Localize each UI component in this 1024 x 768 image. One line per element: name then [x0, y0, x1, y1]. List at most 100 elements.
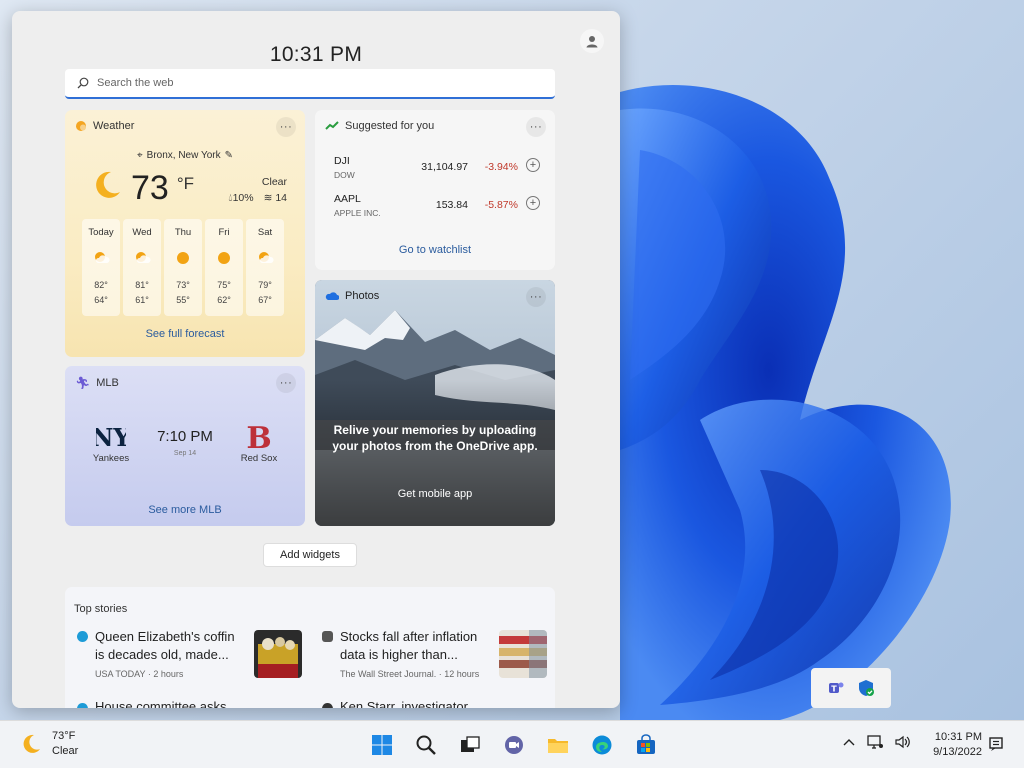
- chevron-up-icon[interactable]: [842, 735, 856, 749]
- edge-button[interactable]: [586, 729, 618, 761]
- stock-price: 31,104.97: [421, 161, 468, 173]
- network-icon[interactable]: [866, 734, 884, 750]
- taskbar-clock[interactable]: 10:31 PM 9/13/2022: [920, 730, 982, 760]
- day-low: 67°: [258, 295, 272, 305]
- chat-button[interactable]: [498, 729, 530, 761]
- onedrive-cloud-icon: [325, 292, 339, 300]
- photos-more-button[interactable]: ···: [526, 287, 546, 307]
- partly-cloudy-icon: [95, 252, 110, 263]
- stock-change: -5.87%: [484, 199, 518, 211]
- volume-icon[interactable]: [894, 734, 912, 750]
- start-button[interactable]: [366, 729, 398, 761]
- task-view-icon: [461, 736, 480, 752]
- store-icon: [637, 734, 655, 754]
- story-meta: The Wall Street Journal. · 12 hours: [340, 669, 480, 679]
- taskbar-weather-button[interactable]: 73°F Clear: [20, 729, 78, 759]
- forecast-day[interactable]: Thu 73° 55°: [164, 219, 202, 316]
- sun-icon: [218, 252, 230, 264]
- forecast-day[interactable]: Wed 81° 61°: [123, 219, 161, 316]
- away-team[interactable]: B Red Sox: [229, 419, 289, 464]
- weather-header: Weather: [75, 120, 134, 132]
- teams-icon[interactable]: T: [827, 679, 845, 697]
- taskbar: 73°F Clear 10:31 PM 9/13/2022: [0, 720, 1024, 768]
- add-to-watchlist-icon[interactable]: +: [526, 196, 540, 210]
- day-high: 81°: [135, 280, 149, 290]
- weather-widget[interactable]: Weather ··· ⌖ Bronx, New York ✎ 73 °F Cl…: [65, 110, 305, 357]
- wind-icon: ≋: [263, 192, 273, 204]
- weather-conditions: Clear 💧︎10% ≋ 14: [228, 174, 287, 206]
- stock-name: APPLE INC.: [334, 208, 381, 218]
- day-low: 62°: [217, 295, 231, 305]
- precip-value: 10%: [232, 192, 254, 204]
- see-more-mlb-link[interactable]: See more MLB: [65, 504, 305, 516]
- news-story[interactable]: Queen Elizabeth's coffin is decades old,…: [74, 628, 302, 688]
- web-search-box[interactable]: Search the web: [65, 69, 555, 99]
- weather-title: Weather: [93, 120, 135, 132]
- story-title: Queen Elizabeth's coffin is decades old,…: [95, 629, 235, 662]
- forecast-day[interactable]: Sat 79° 67°: [246, 219, 284, 316]
- edit-pencil-icon[interactable]: ✎: [225, 150, 233, 161]
- store-button[interactable]: [630, 729, 662, 761]
- news-story[interactable]: Stocks fall after inflation data is high…: [319, 628, 547, 688]
- search-button[interactable]: [410, 729, 442, 761]
- taskbar-weather-temp: 73°F: [52, 730, 76, 742]
- story-age: 2 hours: [153, 669, 184, 679]
- file-explorer-button[interactable]: [542, 729, 574, 761]
- mlb-more-button[interactable]: ···: [276, 373, 296, 393]
- story-title: House committee asks: [95, 699, 227, 708]
- day-low: 55°: [176, 295, 190, 305]
- board-clock: 10:31 PM: [269, 43, 363, 66]
- wsj-logo-icon: [322, 631, 333, 642]
- forecast-day[interactable]: Today 82° 64°: [82, 219, 120, 316]
- stocks-widget[interactable]: Suggested for you ··· DJI DOW 31,104.97 …: [315, 110, 555, 270]
- day-name: Fri: [218, 227, 230, 238]
- red-sox-logo-icon: B: [246, 421, 271, 453]
- person-icon: [586, 36, 598, 48]
- story-age: 12 hours: [444, 669, 480, 679]
- photos-title: Photos: [345, 290, 380, 302]
- photos-message: Relive your memories by uploading your p…: [332, 423, 538, 453]
- story-thumbnail: [254, 630, 302, 678]
- mlb-widget[interactable]: 🏃︎ MLB ··· NY Yankees 7:10 PM Sep 14 B R…: [65, 366, 305, 526]
- system-tray: [842, 734, 912, 750]
- go-to-watchlist-link[interactable]: Go to watchlist: [315, 244, 555, 256]
- temperature-unit: °F: [176, 174, 195, 193]
- news-story-partial[interactable]: House committee asks: [74, 699, 302, 708]
- search-icon: [416, 735, 436, 755]
- stocks-header: Suggested for you: [325, 120, 434, 132]
- forecast-days: Today 82° 64° Wed 81° 61° Thu 73° 55° Fr…: [82, 219, 284, 316]
- temperature-value: 73: [131, 169, 169, 207]
- news-story-partial[interactable]: Ken Starr, investigator: [319, 699, 547, 708]
- tray-overflow-popup: T: [811, 668, 891, 708]
- forecast-day[interactable]: Fri 75° 62°: [205, 219, 243, 316]
- weather-app-icon: [76, 121, 86, 131]
- taskbar-time: 10:31 PM: [934, 731, 982, 743]
- mlb-header: 🏃︎ MLB: [75, 376, 119, 390]
- notification-center-icon[interactable]: [988, 736, 1004, 752]
- photos-widget[interactable]: Photos ··· Relive your memories by uploa…: [315, 280, 555, 526]
- stock-symbol: DJI: [334, 155, 350, 167]
- weather-location[interactable]: ⌖ Bronx, New York ✎: [65, 150, 305, 161]
- weather-more-button[interactable]: ···: [276, 117, 296, 137]
- day-high: 75°: [217, 280, 231, 290]
- add-to-watchlist-icon[interactable]: +: [526, 158, 540, 172]
- stock-row[interactable]: DJI DOW 31,104.97 -3.94% +: [334, 155, 540, 187]
- stocks-more-button[interactable]: ···: [526, 117, 546, 137]
- user-avatar-button[interactable]: [580, 29, 604, 53]
- moon-icon: [23, 734, 40, 753]
- usa-today-logo-icon: [77, 631, 88, 642]
- search-input[interactable]: Search the web: [97, 77, 173, 89]
- see-full-forecast-link[interactable]: See full forecast: [65, 328, 305, 340]
- story-meta: USA TODAY · 2 hours: [95, 669, 184, 679]
- partly-cloudy-icon: [259, 252, 274, 263]
- security-shield-icon[interactable]: [857, 679, 875, 697]
- stock-price: 153.84: [435, 199, 468, 211]
- stock-row[interactable]: AAPL APPLE INC. 153.84 -5.87% +: [334, 193, 540, 225]
- get-mobile-app-link[interactable]: Get mobile app: [315, 488, 555, 500]
- stocks-app-icon: [325, 121, 339, 130]
- sun-icon: [177, 252, 189, 264]
- day-high: 79°: [258, 280, 272, 290]
- stock-change: -3.94%: [484, 161, 518, 173]
- task-view-button[interactable]: [454, 729, 486, 761]
- add-widgets-button[interactable]: Add widgets: [263, 543, 357, 567]
